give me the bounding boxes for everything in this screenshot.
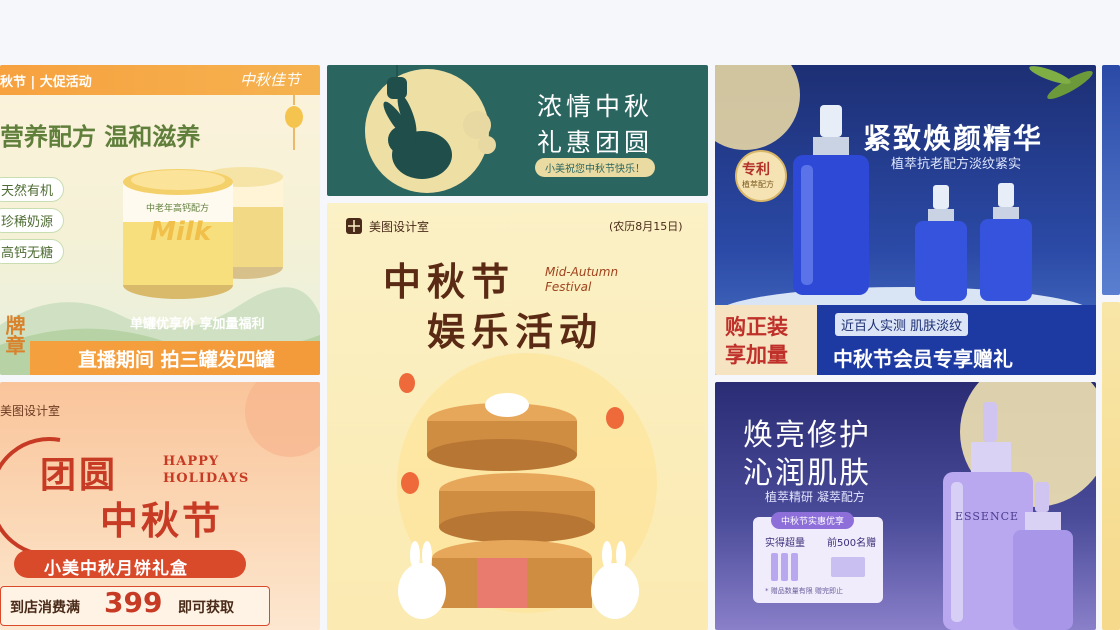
reunion-cond-num: 399 [104, 586, 163, 619]
milk-logo: 中秋佳节 [240, 71, 301, 89]
essence-promo-card[interactable]: 紧致焕颜精华 植萃抗老配方淡纹紧实 专利 植萃配方 购正装享加量 近百人实测 肌… [715, 65, 1096, 375]
milk-tag: 秋节 | 大促活动 [0, 75, 92, 90]
reunion-holidays: HOLIDAYS [163, 471, 250, 486]
reunion-cond-post: 即可获取 [178, 600, 234, 616]
reunion-cond-pre: 到店消费满 [10, 600, 80, 616]
milk-product-word: Milk [150, 217, 211, 247]
reunion-brand: 美图设计室 [0, 404, 61, 418]
essence-footer: 中秋节会员专享赠礼 [833, 347, 1013, 371]
greet-title-line1: 浓情中秋 [537, 92, 654, 121]
patent-badge-sub: 植萃配方 [742, 180, 774, 189]
reunion-happy: HAPPY [163, 454, 220, 469]
repair-essence-card[interactable]: 焕亮修护 沁润肌肤 植萃精研 凝萃配方 中秋节实惠优享 实得超量 前500名赠 … [715, 382, 1096, 630]
mooncake-date: (农历8月15日) [609, 220, 683, 233]
greeting-banner-card[interactable]: 浓情中秋 礼惠团圆 小美祝您中秋节快乐！ [327, 65, 708, 196]
brand-logo-icon [346, 218, 362, 234]
milk-headline: 营养配方 温和滋养 [0, 122, 201, 151]
mooncake-poster-card[interactable]: 美图设计室 (农历8月15日) 中秋节 娱乐活动 Mid-Autumn Fest… [327, 203, 708, 630]
repair-box-title: 中秋节实惠优享 [771, 512, 855, 529]
mooncake-en-b: Festival [545, 280, 592, 294]
essence-left-text: 购正装享加量 [725, 314, 788, 367]
mini-bottles-image [771, 553, 865, 581]
mooncake-brand: 美图设计室 [369, 220, 430, 234]
serum-bottles-image [793, 105, 1032, 301]
lantern-icon [285, 95, 303, 150]
feature-pill: 高钙无糖 [0, 239, 65, 264]
milk-promo-card[interactable]: 秋节 | 大促活动 中秋佳节 营养配方 温和滋养 天然有机 珍稀奶源 高钙无糖 … [0, 65, 320, 375]
patent-badge-label: 专利 [742, 162, 770, 178]
milk-can-label: 中老年高钙配方 [146, 204, 210, 214]
partial-card-right-bottom[interactable] [1102, 302, 1120, 630]
feature-pill: 珍稀奶源 [0, 208, 65, 233]
repair-subtitle: 植萃精研 凝萃配方 [765, 490, 865, 504]
repair-box-note: * 赠品数量有限 赠完即止 [765, 587, 843, 595]
reunion-gift: 小美中秋月饼礼盒 [44, 559, 188, 579]
essence-tested: 近百人实测 肌肤淡纹 [835, 313, 969, 336]
partial-card-right-top[interactable] [1102, 65, 1120, 295]
mooncake-title-a: 中秋节 [383, 259, 516, 304]
repair-bottle-brand: ESSENCE [955, 510, 1020, 523]
greet-title-line2: 礼惠团圆 [537, 128, 654, 157]
milk-footer: 直播期间 拍三罐发四罐 [78, 349, 275, 371]
milk-offer: 单罐优享价 享加量福利 [130, 317, 265, 332]
mooncake-stack-illustration [397, 353, 657, 619]
milk-side-text: 牌章 [2, 315, 26, 355]
greet-subtitle: 小美祝您中秋节快乐！ [535, 158, 655, 177]
reunion-title-b: 中秋节 [100, 498, 224, 543]
repair-title-b: 沁润肌肤 [743, 456, 871, 491]
reunion-gift-card[interactable]: 美图设计室 团圆 中秋节 HAPPY HOLIDAYS 小美中秋月饼礼盒 到店消… [0, 382, 320, 630]
feature-pill: 天然有机 [0, 177, 65, 202]
mooncake-en-a: Mid-Autumn [545, 265, 619, 279]
